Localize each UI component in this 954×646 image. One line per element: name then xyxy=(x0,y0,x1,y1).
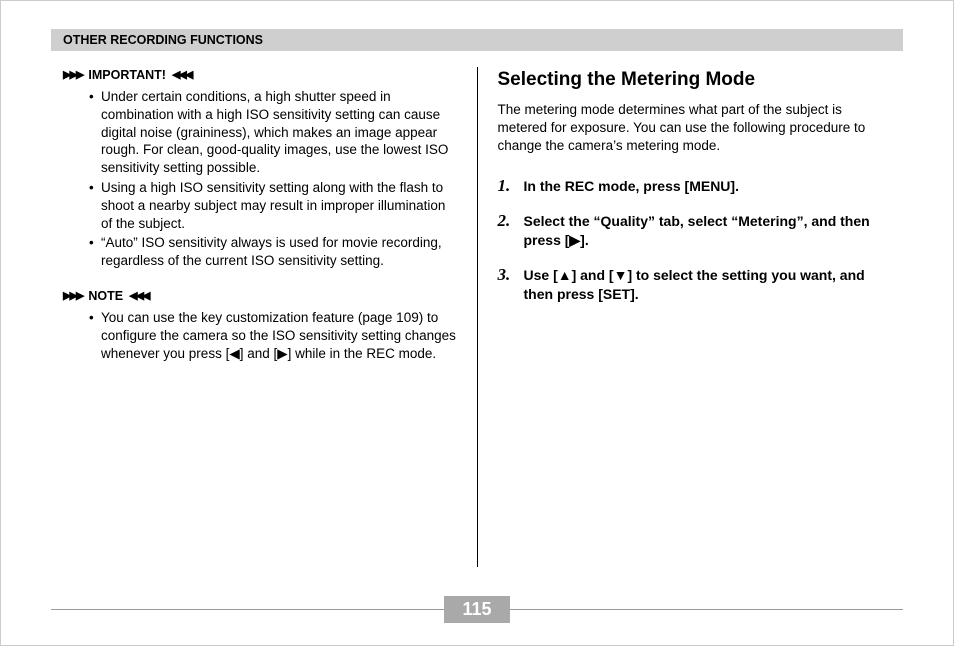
step-item: Use [▲] and [▼] to select the setting yo… xyxy=(498,266,892,304)
procedure-steps: In the REC mode, press [MENU]. Select th… xyxy=(498,177,892,303)
arrows-left-icon: ◀◀◀ xyxy=(129,289,148,304)
note-callout-label: ▶▶▶ NOTE ◀◀◀ xyxy=(63,288,457,305)
step-item: Select the “Quality” tab, select “Meteri… xyxy=(498,212,892,250)
footer-rule xyxy=(51,609,444,610)
note-bullet-list: You can use the key customization featur… xyxy=(63,309,457,362)
list-item: “Auto” ISO sensitivity always is used fo… xyxy=(91,234,457,270)
left-column: ▶▶▶ IMPORTANT! ◀◀◀ Under certain conditi… xyxy=(51,67,469,567)
right-column: Selecting the Metering Mode The metering… xyxy=(486,67,904,567)
two-column-layout: ▶▶▶ IMPORTANT! ◀◀◀ Under certain conditi… xyxy=(51,67,903,567)
section-intro: The metering mode determines what part o… xyxy=(498,101,892,156)
important-label-text: IMPORTANT! xyxy=(88,67,166,84)
column-divider xyxy=(477,67,478,567)
note-label-text: NOTE xyxy=(88,288,123,305)
arrows-left-icon: ◀◀◀ xyxy=(172,68,191,83)
section-header: OTHER RECORDING FUNCTIONS xyxy=(51,29,903,51)
arrows-right-icon: ▶▶▶ xyxy=(63,68,82,83)
section-title: Selecting the Metering Mode xyxy=(498,67,892,93)
list-item: Using a high ISO sensitivity setting alo… xyxy=(91,179,457,232)
important-callout-label: ▶▶▶ IMPORTANT! ◀◀◀ xyxy=(63,67,457,84)
arrows-right-icon: ▶▶▶ xyxy=(63,289,82,304)
page-number: 115 xyxy=(444,596,509,623)
footer-rule xyxy=(510,609,903,610)
step-item: In the REC mode, press [MENU]. xyxy=(498,177,892,196)
manual-page: OTHER RECORDING FUNCTIONS ▶▶▶ IMPORTANT!… xyxy=(0,0,954,646)
important-bullet-list: Under certain conditions, a high shutter… xyxy=(63,88,457,270)
page-footer: 115 xyxy=(51,595,903,623)
list-item: You can use the key customization featur… xyxy=(91,309,457,362)
list-item: Under certain conditions, a high shutter… xyxy=(91,88,457,177)
